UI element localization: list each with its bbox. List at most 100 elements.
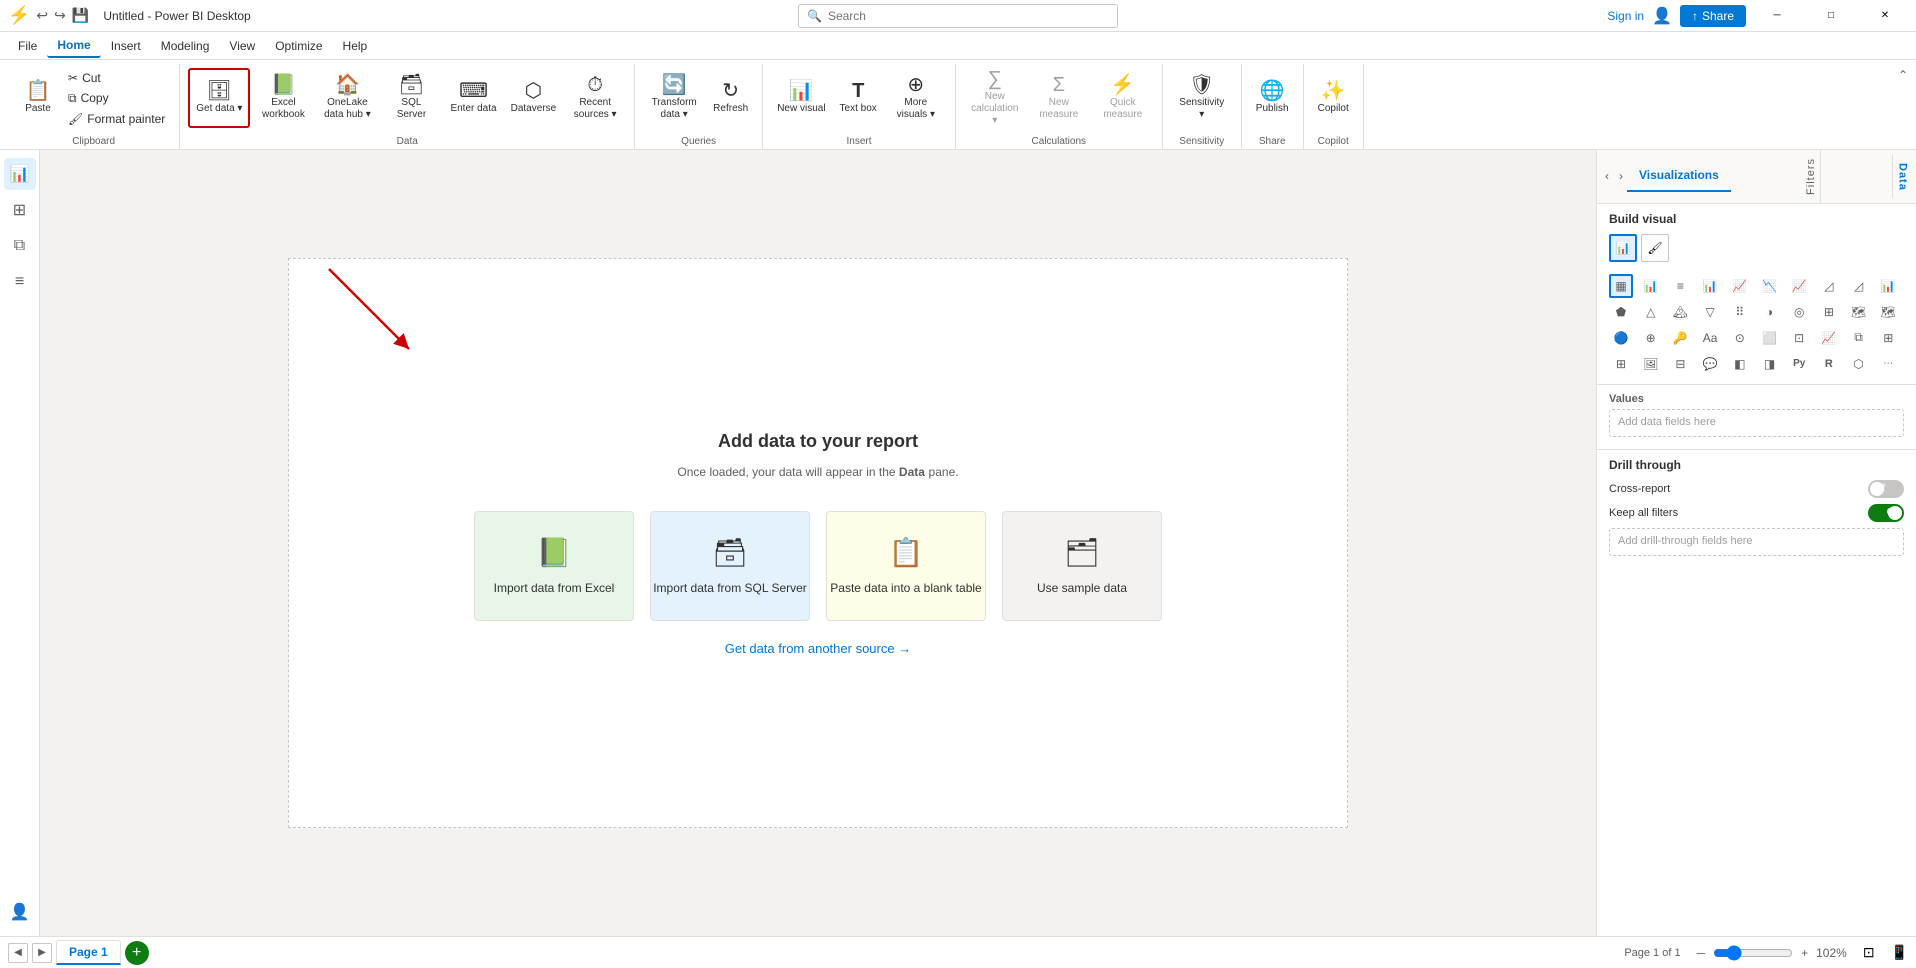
- format-icon-btn[interactable]: 🖌: [1641, 234, 1669, 262]
- stacked-col-100-icon-btn[interactable]: 📉: [1758, 274, 1782, 298]
- fit-page-btn[interactable]: ⊡: [1863, 944, 1875, 961]
- dax-query-btn[interactable]: ≡: [4, 266, 36, 298]
- key-influencers-icon-btn[interactable]: 🔑: [1668, 326, 1692, 350]
- card-icon-btn[interactable]: ⬜: [1758, 326, 1782, 350]
- transform-data-button[interactable]: 🔄 Transform data ▾: [643, 68, 705, 128]
- new-measure-button[interactable]: Σ New measure: [1028, 68, 1090, 128]
- more-visuals-viz-btn[interactable]: ⋯: [1876, 352, 1900, 376]
- dataverse-button[interactable]: ⬡ Dataverse: [505, 68, 563, 128]
- keep-all-filters-toggle[interactable]: On: [1868, 504, 1904, 522]
- shape-icon-btn[interactable]: ⬡: [1847, 352, 1871, 376]
- stacked-bar-100-icon-btn[interactable]: ≡: [1668, 274, 1692, 298]
- matrix-icon-btn[interactable]: ⊞: [1609, 352, 1633, 376]
- slicer-icon-btn[interactable]: ⧉: [1847, 326, 1871, 350]
- get-data-button[interactable]: 🗄 Get data ▾: [188, 68, 250, 128]
- sign-in-link[interactable]: Sign in: [1607, 9, 1644, 23]
- import-sql-card[interactable]: 🗃 Import data from SQL Server: [650, 511, 810, 621]
- line-stacked-icon-btn[interactable]: ⬟: [1609, 300, 1633, 324]
- sample-data-card[interactable]: 🗂 Use sample data: [1002, 511, 1162, 621]
- table-view-btn[interactable]: ⊞: [4, 194, 36, 226]
- onelake-button[interactable]: 🏠 OneLake data hub ▾: [316, 68, 378, 128]
- waterfall-icon-btn[interactable]: 🏔: [1668, 300, 1692, 324]
- stacked-area-icon-btn[interactable]: ◿: [1847, 274, 1871, 298]
- sql-server-button[interactable]: 🗃 SQL Server: [380, 68, 442, 128]
- recent-sources-button[interactable]: ⏱ Recent sources ▾: [564, 68, 626, 128]
- visualizations-tab[interactable]: Visualizations: [1627, 160, 1731, 192]
- paginated-icon-btn[interactable]: ⊟: [1668, 352, 1692, 376]
- azure-map-icon-btn[interactable]: 🔵: [1609, 326, 1633, 350]
- zoom-slider[interactable]: [1713, 945, 1793, 961]
- paste-button[interactable]: 📋 Paste: [16, 68, 60, 128]
- page-prev-btn[interactable]: ◀: [8, 943, 28, 963]
- paste-data-card[interactable]: 📋 Paste data into a blank table: [826, 511, 986, 621]
- image-icon-btn[interactable]: 🖼: [1639, 352, 1663, 376]
- page-view-btn[interactable]: 📱: [1891, 944, 1908, 961]
- cross-report-toggle[interactable]: Off: [1868, 480, 1904, 498]
- menu-help[interactable]: Help: [333, 35, 378, 57]
- menu-optimize[interactable]: Optimize: [265, 35, 332, 57]
- r-icon-btn[interactable]: R: [1817, 352, 1841, 376]
- bar-chart-icon-btn[interactable]: ▦: [1609, 274, 1633, 298]
- new-visual-button[interactable]: 📊 New visual: [771, 68, 831, 128]
- close-btn[interactable]: ✕: [1862, 0, 1908, 32]
- drill-fields-drop[interactable]: Add drill-through fields here: [1609, 528, 1904, 556]
- pie-icon-btn[interactable]: ◑: [1758, 300, 1782, 324]
- menu-insert[interactable]: Insert: [101, 35, 151, 57]
- report-canvas[interactable]: Add data to your report Once loaded, you…: [288, 258, 1348, 828]
- minimize-btn[interactable]: ─: [1754, 0, 1800, 32]
- clustered-bar-icon-btn[interactable]: 📊: [1639, 274, 1663, 298]
- stacked-col-icon-btn[interactable]: 📈: [1728, 274, 1752, 298]
- page-1-tab[interactable]: Page 1: [56, 940, 121, 965]
- menu-view[interactable]: View: [219, 35, 265, 57]
- funnel-icon-btn[interactable]: ▽: [1698, 300, 1722, 324]
- gauge-icon-btn[interactable]: ⊙: [1728, 326, 1752, 350]
- data-tab[interactable]: Data: [1892, 155, 1912, 199]
- cut-button[interactable]: ✂ Cut: [62, 69, 171, 87]
- quick-measure-button[interactable]: ⚡ Quick measure: [1092, 68, 1154, 128]
- multirow-card-icon-btn[interactable]: ⊡: [1787, 326, 1811, 350]
- filters-label[interactable]: Filters: [1805, 150, 1817, 203]
- map-icon-btn[interactable]: 🗺: [1847, 300, 1871, 324]
- undo-btn[interactable]: ↩: [36, 7, 48, 24]
- page-next-btn[interactable]: ▶: [32, 943, 52, 963]
- copilot-button[interactable]: ✨ Copilot: [1312, 68, 1355, 128]
- more-visuals-button[interactable]: ⊕ More visuals ▾: [885, 68, 947, 128]
- refresh-button[interactable]: ↻ Refresh: [707, 68, 754, 128]
- python-icon-btn[interactable]: Py: [1787, 352, 1811, 376]
- menu-file[interactable]: File: [8, 35, 47, 57]
- collapse-ribbon-btn[interactable]: ⌃: [1898, 68, 1908, 82]
- values-drop-area[interactable]: Add data fields here: [1609, 409, 1904, 437]
- scatter-icon-btn[interactable]: ⠿: [1728, 300, 1752, 324]
- line-clustered-icon-btn[interactable]: 📊: [1876, 274, 1900, 298]
- model-view-btn[interactable]: ⧉: [4, 230, 36, 262]
- qna-icon-btn[interactable]: 💬: [1698, 352, 1722, 376]
- enter-data-button[interactable]: ⌨ Enter data: [444, 68, 502, 128]
- menu-modeling[interactable]: Modeling: [151, 35, 220, 57]
- import-excel-card[interactable]: 📗 Import data from Excel: [474, 511, 634, 621]
- area-chart-icon-btn[interactable]: ◿: [1817, 274, 1841, 298]
- share-button[interactable]: ↑ Share: [1680, 5, 1746, 27]
- save-btn[interactable]: 💾: [72, 7, 89, 24]
- powerapp-icon-btn[interactable]: ◧: [1728, 352, 1752, 376]
- text-box-button[interactable]: T Text box: [834, 68, 883, 128]
- smart-narrative-icon-btn[interactable]: Aa: [1698, 326, 1722, 350]
- menu-home[interactable]: Home: [47, 34, 100, 58]
- maximize-btn[interactable]: □: [1808, 0, 1854, 32]
- excel-workbook-button[interactable]: 📗 Excel workbook: [252, 68, 314, 128]
- publish-button[interactable]: 🌐 Publish: [1250, 68, 1295, 128]
- format-painter-button[interactable]: 🖌 Format painter: [62, 110, 171, 128]
- report-view-btn[interactable]: 📊: [4, 158, 36, 190]
- zoom-out-btn[interactable]: ─: [1697, 946, 1706, 960]
- sensitivity-button[interactable]: 🛡 Sensitivity ▾: [1171, 68, 1233, 128]
- powerautomate-icon-btn[interactable]: ◨: [1758, 352, 1782, 376]
- panel-prev-btn[interactable]: ‹: [1601, 165, 1613, 187]
- build-icon-btn[interactable]: 📊: [1609, 234, 1637, 262]
- filters-tab[interactable]: Filters: [1801, 150, 1821, 203]
- get-data-link[interactable]: Get data from another source →: [725, 641, 911, 656]
- account-icon[interactable]: 👤: [1652, 6, 1672, 26]
- new-calculation-button[interactable]: ∑ New calculation ▾: [964, 68, 1026, 128]
- filled-map-icon-btn[interactable]: 🗺: [1876, 300, 1900, 324]
- donut-icon-btn[interactable]: ◎: [1787, 300, 1811, 324]
- search-input[interactable]: [828, 9, 1109, 23]
- decomp-tree-icon-btn[interactable]: ⊕: [1639, 326, 1663, 350]
